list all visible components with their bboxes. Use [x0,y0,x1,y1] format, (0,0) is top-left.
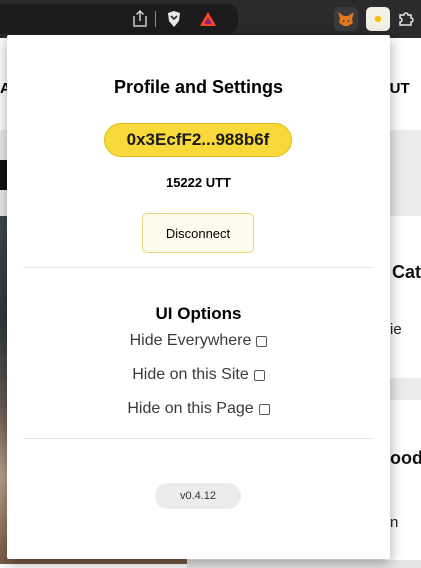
extensions-puzzle-icon[interactable] [396,9,416,29]
hide-on-site-checkbox[interactable] [253,369,265,381]
divider [23,267,373,268]
ui-options-title: UI Options [155,304,242,323]
option-hide-on-page[interactable]: Hide on this Page [7,400,390,418]
option-hide-on-site[interactable]: Hide on this Site [7,366,390,384]
extension-active-icon[interactable] [366,7,390,31]
bg-text-1: ie [390,321,402,338]
version-badge: v0.4.12 [155,483,241,509]
share-icon[interactable] [130,9,150,29]
option-label: Hide on this Site [132,366,249,383]
disconnect-button[interactable]: Disconnect [142,213,254,253]
extension-popup: Profile and Settings 0x3EcfF2...988b6f 1… [7,35,390,559]
brave-rewards-icon[interactable] [198,9,218,29]
hide-everywhere-checkbox[interactable] [256,335,268,347]
option-hide-everywhere[interactable]: Hide Everywhere [7,332,390,350]
divider [23,438,373,439]
hide-on-page-checkbox[interactable] [258,403,270,415]
wallet-address-button[interactable]: 0x3EcfF2...988b6f [104,123,292,157]
option-label: Hide on this Page [127,400,254,417]
bg-heading-2: ood [390,448,421,468]
brave-shield-icon[interactable] [164,9,184,29]
bg-heading-1: Cat [392,262,421,282]
token-balance: 15222 UTT [165,175,232,190]
screen: AV OUT Cat ie ood n Profile and Settings… [0,0,421,568]
option-label: Hide Everywhere [129,332,252,349]
metamask-fox-icon[interactable] [334,7,358,31]
browser-toolbar [0,0,421,38]
bg-text-2: n [390,514,399,531]
toolbar-divider [155,11,156,27]
popup-title: Profile and Settings [113,77,284,97]
bg-bottom-strip [187,560,421,568]
